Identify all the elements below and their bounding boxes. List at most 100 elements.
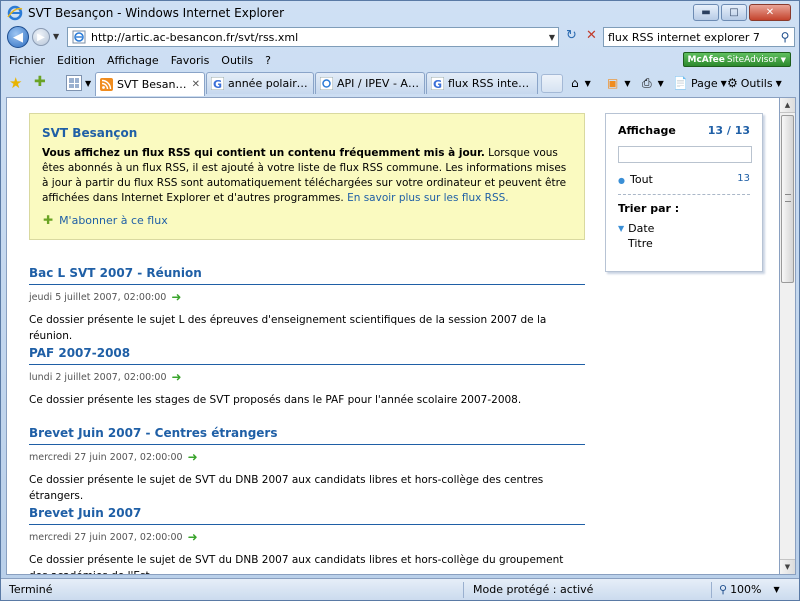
page-menu-label: Page [690, 76, 718, 90]
mcafee-siteadvisor-button[interactable]: McAfee SiteAdvisor ▼ [682, 52, 791, 67]
menu-affichage[interactable]: Affichage [107, 54, 159, 67]
bullet-icon: ● [618, 176, 625, 185]
add-favorite-icon[interactable]: ✚ [34, 74, 46, 90]
minimize-button[interactable]: ▬ [693, 4, 719, 21]
feed-item-title[interactable]: PAF 2007-2008 [29, 346, 585, 365]
forward-button[interactable]: ▶ [32, 28, 50, 46]
svg-text:G: G [433, 78, 442, 90]
go-arrow-icon[interactable]: ➜ [188, 530, 198, 544]
stop-icon[interactable]: ✕ [583, 28, 600, 46]
tab-api-ipev[interactable]: API / IPEV - Année ... [315, 72, 425, 94]
filter-search-input[interactable] [618, 146, 752, 163]
tab-svt-besancon[interactable]: SVT Besançon ✕ [95, 72, 205, 96]
menu-outils[interactable]: Outils [221, 54, 253, 67]
menu-fichier[interactable]: Fichier [9, 54, 45, 67]
tools-menu-button[interactable]: ⚙ Outils ▼ [727, 76, 782, 90]
refresh-icon[interactable]: ↻ [563, 28, 580, 46]
feed-item-date-text: mercredi 27 juin 2007, 02:00:00 [29, 451, 183, 463]
feed-item-desc: Ce dossier présente le sujet L des épreu… [29, 314, 547, 342]
protected-mode-status[interactable]: Mode protégé : activé [473, 583, 593, 596]
zoom-level: 100% [730, 583, 762, 596]
subscribe-link[interactable]: ✚ M'abonner à ce flux [43, 213, 168, 227]
status-bar: Terminé Mode protégé : activé ⚲ 100% ▼ [1, 578, 799, 600]
zoom-control[interactable]: ⚲ 100% ▼ [719, 583, 780, 596]
tab-label: année polaire inter... [228, 77, 309, 90]
feed-icon: ▣ [607, 76, 619, 90]
maximize-button[interactable]: □ [721, 4, 747, 21]
quick-tabs-icon[interactable] [66, 75, 82, 91]
tab-label: SVT Besançon [117, 78, 188, 91]
go-arrow-icon[interactable]: ➜ [188, 450, 198, 464]
feed-intro: Vous affichez un flux RSS qui contient u… [42, 146, 572, 206]
feed-item-title[interactable]: Brevet Juin 2007 - Centres étrangers [29, 426, 585, 445]
new-tab-button[interactable] [541, 74, 563, 93]
page-menu-button[interactable]: 📄 Page ▼ [673, 76, 727, 90]
feeds-chevron-down-icon[interactable]: ▼ [624, 79, 630, 88]
go-arrow-icon[interactable]: ➜ [172, 370, 182, 384]
print-chevron-down-icon[interactable]: ▼ [658, 79, 664, 88]
address-chevron-down-icon[interactable]: ▼ [546, 33, 558, 42]
scroll-thumb[interactable] [781, 115, 794, 283]
sort-by-title[interactable]: Titre [628, 237, 750, 250]
page-chevron-down-icon: ▼ [720, 78, 727, 88]
menu-help[interactable]: ? [265, 54, 271, 67]
feed-item-title[interactable]: Bac L SVT 2007 - Réunion [29, 266, 585, 285]
google-icon: G [211, 77, 224, 90]
learn-more-link[interactable]: En savoir plus sur les flux RSS. [347, 192, 509, 204]
tab-flux-rss[interactable]: G flux RSS internet ex... [426, 72, 538, 94]
menu-bar: Fichier Edition Affichage Favoris Outils… [1, 51, 799, 69]
subscribe-label: M'abonner à ce flux [59, 213, 168, 227]
vertical-scrollbar[interactable]: ▲ ▼ [780, 97, 796, 575]
feeds-button[interactable]: ▣ ▼ [607, 76, 631, 90]
address-bar[interactable]: http://artic.ac-besancon.fr/svt/rss.xml … [67, 27, 559, 47]
search-input[interactable]: flux RSS internet explorer 7 [608, 31, 776, 44]
feed-item: Brevet Juin 2007 mercredi 27 juin 2007, … [29, 506, 585, 574]
page-favicon-icon [72, 30, 86, 44]
sort-heading: Trier par : [618, 202, 680, 215]
scroll-up-icon[interactable]: ▲ [780, 98, 795, 113]
status-divider [711, 582, 712, 598]
feed-item-date-text: jeudi 5 juillet 2007, 02:00:00 [29, 291, 167, 303]
home-button[interactable]: ⌂ ▼ [571, 76, 591, 90]
sort-down-icon: ▼ [618, 224, 625, 233]
favorites-star-icon[interactable]: ★ [9, 74, 22, 92]
panel-header: Affichage 13 / 13 [618, 124, 750, 137]
feed-item-date: jeudi 5 juillet 2007, 02:00:00 ➜ [29, 290, 585, 304]
feed-item-date: lundi 2 juillet 2007, 02:00:00 ➜ [29, 370, 585, 384]
address-url[interactable]: http://artic.ac-besancon.fr/svt/rss.xml [91, 31, 546, 44]
home-chevron-down-icon[interactable]: ▼ [585, 79, 591, 88]
add-feed-icon: ✚ [43, 213, 54, 227]
feed-info-box: SVT Besançon Vous affichez un flux RSS q… [29, 113, 585, 240]
search-icon[interactable]: ⚲ [776, 30, 794, 44]
printer-icon: ⎙ [642, 76, 652, 90]
print-button[interactable]: ⎙ ▼ [642, 76, 664, 91]
menu-favoris[interactable]: Favoris [171, 54, 210, 67]
recent-pages-chevron-down-icon[interactable]: ▼ [53, 32, 59, 41]
sort-by-date[interactable]: ▼ Date [618, 222, 750, 235]
mcafee-label: SiteAdvisor [726, 54, 778, 65]
home-icon: ⌂ [571, 76, 579, 90]
window-controls: ▬ □ ✕ [693, 4, 791, 21]
feed-item: Brevet Juin 2007 - Centres étrangers mer… [29, 426, 585, 504]
scroll-down-icon[interactable]: ▼ [780, 559, 795, 574]
filter-all-row[interactable]: ● Tout 13 [618, 173, 750, 186]
svg-text:G: G [213, 78, 222, 90]
feed-item-date: mercredi 27 juin 2007, 02:00:00 ➜ [29, 450, 585, 464]
search-box[interactable]: flux RSS internet explorer 7 ⚲ [603, 27, 795, 47]
rss-icon [100, 78, 113, 91]
back-button[interactable]: ◀ [7, 26, 29, 48]
status-text: Terminé [9, 583, 53, 596]
tab-list-chevron-down-icon[interactable]: ▼ [85, 79, 91, 88]
go-arrow-icon[interactable]: ➜ [171, 290, 181, 304]
close-button[interactable]: ✕ [749, 4, 791, 21]
tab-annee-polaire[interactable]: G année polaire inter... [206, 72, 314, 94]
menu-edition[interactable]: Edition [57, 54, 95, 67]
feed-item-date: mercredi 27 juin 2007, 02:00:00 ➜ [29, 530, 585, 544]
tab-bar: ★ ✚ ▼ SVT Besançon ✕ G année polaire int… [1, 70, 799, 96]
ie-page-icon [320, 77, 333, 90]
feed-item-title[interactable]: Brevet Juin 2007 [29, 506, 585, 525]
zoom-chevron-down-icon[interactable]: ▼ [774, 585, 780, 594]
tab-close-icon[interactable]: ✕ [188, 79, 200, 90]
gear-icon: ⚙ [727, 76, 738, 90]
feed-item-desc: Ce dossier présente les stages de SVT pr… [29, 394, 522, 406]
